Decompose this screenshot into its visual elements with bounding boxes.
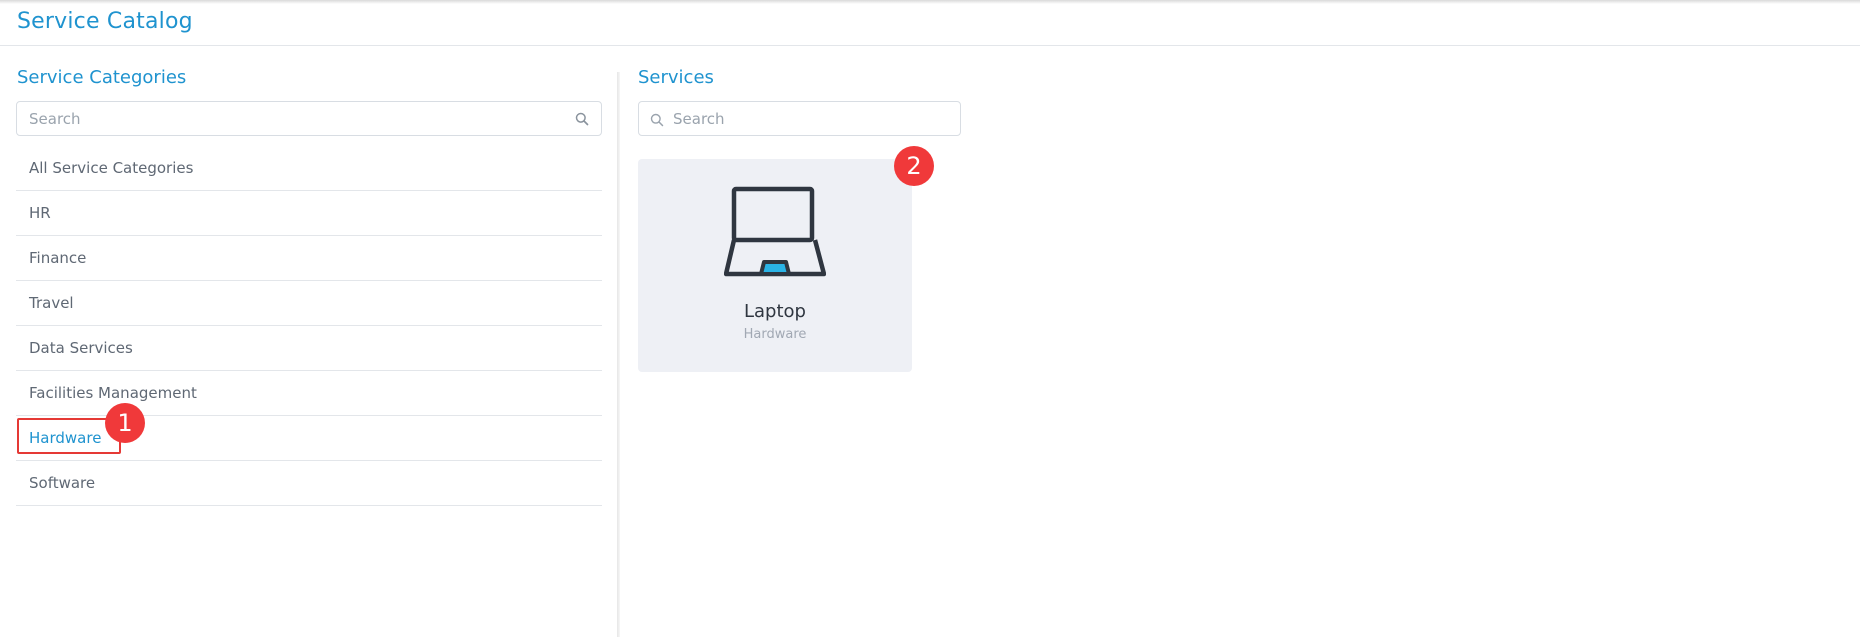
category-label: Facilities Management — [29, 384, 197, 402]
service-card-laptop[interactable]: Laptop Hardware — [638, 159, 912, 372]
category-label: HR — [29, 204, 51, 222]
category-label: Data Services — [29, 339, 133, 357]
category-item-hr[interactable]: HR — [16, 191, 602, 236]
page-title: Service Catalog — [17, 9, 193, 34]
category-label: All Service Categories — [29, 159, 194, 177]
category-item-facilities-management[interactable]: Facilities Management — [16, 371, 602, 416]
category-item-all[interactable]: All Service Categories — [16, 146, 602, 191]
categories-search-input[interactable]: Search — [16, 101, 602, 136]
services-search-placeholder: Search — [673, 110, 725, 128]
search-icon[interactable] — [575, 111, 589, 130]
top-shadow — [0, 0, 1860, 4]
categories-heading: Service Categories — [17, 67, 187, 88]
service-card-name: Laptop — [744, 301, 806, 322]
search-icon — [650, 112, 664, 131]
service-categories-panel: Service Categories Search All Service Ca… — [0, 46, 617, 637]
category-item-travel[interactable]: Travel — [16, 281, 602, 326]
services-heading: Services — [638, 67, 714, 88]
service-card-category: Hardware — [743, 327, 807, 342]
category-label: Finance — [29, 249, 87, 267]
categories-search-placeholder: Search — [29, 110, 81, 128]
category-label: Travel — [29, 294, 74, 312]
category-item-finance[interactable]: Finance — [16, 236, 602, 281]
services-search-input[interactable]: Search — [638, 101, 961, 136]
category-label: Software — [29, 474, 96, 492]
annotation-badge-2: 2 — [894, 146, 934, 186]
panel-divider — [617, 72, 620, 637]
laptop-icon — [723, 186, 827, 282]
category-item-data-services[interactable]: Data Services — [16, 326, 602, 371]
category-item-software[interactable]: Software — [16, 461, 602, 506]
annotation-badge-1: 1 — [105, 403, 145, 443]
